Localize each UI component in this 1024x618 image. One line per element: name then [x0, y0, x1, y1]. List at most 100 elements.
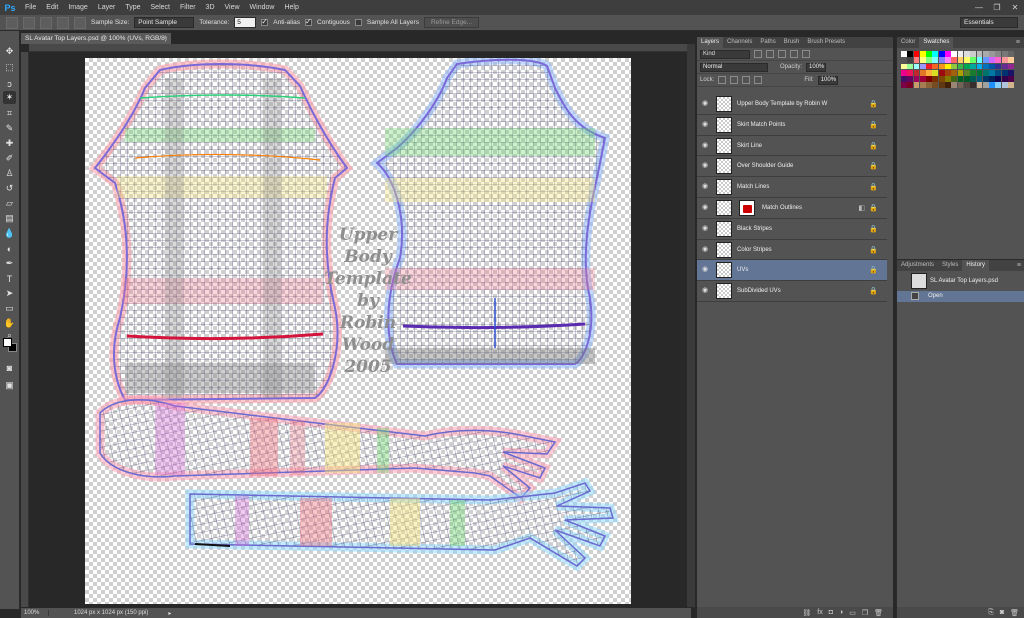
clone-stamp-tool-icon[interactable]: ♙: [3, 167, 16, 180]
color-swatch[interactable]: [976, 76, 983, 82]
color-swatch[interactable]: [1008, 69, 1014, 76]
color-swatch[interactable]: [963, 76, 970, 82]
color-swatch[interactable]: [926, 63, 932, 70]
color-swatch[interactable]: [995, 69, 1002, 76]
layer-row[interactable]: ◉ SubDivided UVs 🔒: [697, 281, 887, 302]
color-swatch[interactable]: [989, 51, 995, 57]
delete-state-icon[interactable]: 🗑: [1010, 609, 1019, 617]
layer-row[interactable]: ◉ Skirt Line 🔒: [697, 135, 887, 157]
color-swatch[interactable]: [919, 51, 926, 57]
color-swatch[interactable]: [932, 57, 939, 64]
visibility-eye-icon[interactable]: ◉: [702, 162, 710, 170]
menu-3d[interactable]: 3D: [201, 0, 220, 15]
color-swatch[interactable]: [957, 82, 964, 89]
color-swatch[interactable]: [907, 57, 914, 64]
panel-menu-icon[interactable]: ≡: [1017, 260, 1021, 271]
color-swatch[interactable]: [1008, 51, 1014, 57]
color-swatch[interactable]: [945, 76, 951, 82]
filter-type-icon[interactable]: [778, 50, 786, 58]
tolerance-input[interactable]: 5: [234, 17, 257, 28]
new-selection-icon[interactable]: [23, 16, 35, 29]
color-swatch[interactable]: [938, 63, 945, 70]
color-swatch[interactable]: [919, 63, 926, 70]
crop-tool-icon[interactable]: ⌗: [3, 107, 16, 120]
menu-select[interactable]: Select: [146, 0, 175, 15]
zoom-level[interactable]: 100%: [21, 610, 49, 616]
quick-mask-icon[interactable]: ◙: [3, 361, 16, 374]
color-swatch[interactable]: [926, 76, 932, 82]
tab-brush-presets[interactable]: Brush Presets: [803, 37, 849, 48]
color-swatch[interactable]: [963, 51, 970, 57]
color-swatch[interactable]: [913, 63, 920, 70]
history-snapshot[interactable]: SL Avatar Top Layers.psd: [897, 271, 1024, 291]
color-swatch[interactable]: [982, 51, 989, 57]
tab-swatches[interactable]: Swatches: [919, 37, 954, 48]
foreground-color-swatch[interactable]: [3, 338, 12, 347]
new-group-icon[interactable]: ▭: [849, 609, 856, 617]
color-swatch[interactable]: [982, 76, 989, 82]
visibility-eye-icon[interactable]: ◉: [702, 142, 710, 150]
magic-wand-tool-icon[interactable]: ✶: [3, 91, 16, 104]
color-swatch[interactable]: [938, 51, 945, 57]
color-swatch[interactable]: [913, 51, 920, 57]
status-menu-arrow[interactable]: ▸: [148, 610, 171, 617]
visibility-eye-icon[interactable]: ◉: [702, 100, 710, 108]
color-swatch[interactable]: [970, 82, 977, 89]
color-swatch[interactable]: [989, 63, 995, 70]
color-swatch[interactable]: [919, 57, 926, 64]
color-swatch[interactable]: [913, 76, 920, 82]
color-swatch[interactable]: [963, 57, 970, 64]
color-swatch[interactable]: [976, 69, 983, 76]
color-swatch[interactable]: [1008, 76, 1014, 82]
color-swatch[interactable]: [901, 51, 907, 57]
color-swatch[interactable]: [907, 69, 914, 76]
tab-brush[interactable]: Brush: [780, 37, 804, 48]
color-swatch[interactable]: [989, 57, 995, 64]
color-swatch[interactable]: [938, 76, 945, 82]
opacity-input[interactable]: 100%: [806, 62, 827, 72]
color-swatch[interactable]: [963, 69, 970, 76]
color-swatch[interactable]: [951, 51, 958, 57]
restore-button[interactable]: ❐: [988, 0, 1006, 15]
new-document-from-state-icon[interactable]: ⎘: [988, 609, 994, 617]
filter-smart-object-icon[interactable]: [802, 50, 810, 58]
tab-channels[interactable]: Channels: [723, 37, 756, 48]
color-swatch[interactable]: [926, 51, 932, 57]
minimize-button[interactable]: —: [970, 0, 988, 15]
visibility-eye-icon[interactable]: ◉: [702, 121, 710, 129]
tab-layers[interactable]: Layers: [697, 37, 724, 48]
layer-row[interactable]: ◉ Color Stripes 🔒: [697, 239, 887, 261]
brush-tool-icon[interactable]: ✐: [3, 152, 16, 165]
color-swatch[interactable]: [970, 63, 977, 70]
refine-edge-button[interactable]: Refine Edge...: [423, 17, 480, 28]
contiguous-checkbox[interactable]: [305, 17, 313, 26]
color-swatch[interactable]: [951, 63, 958, 70]
color-swatch[interactable]: [938, 57, 945, 64]
layer-row[interactable]: ◉ Skirt Match Points 🔒: [697, 114, 887, 136]
tab-color[interactable]: Color: [897, 37, 919, 48]
tab-history[interactable]: History: [962, 260, 990, 271]
color-swatch[interactable]: [919, 76, 926, 82]
layer-kind-filter[interactable]: Kind: [700, 49, 750, 59]
color-swatch[interactable]: [913, 57, 920, 64]
color-swatch[interactable]: [945, 63, 951, 70]
menu-file[interactable]: File: [20, 0, 41, 15]
color-swatch[interactable]: [907, 63, 914, 70]
color-swatch[interactable]: [951, 76, 958, 82]
lock-all-icon[interactable]: [754, 76, 763, 84]
color-swatch[interactable]: [901, 63, 907, 70]
sample-size-select[interactable]: Point Sample: [134, 17, 195, 28]
color-swatch[interactable]: [989, 76, 995, 82]
visibility-eye-icon[interactable]: ◉: [702, 225, 710, 233]
intersect-selection-icon[interactable]: [74, 16, 86, 29]
color-swatch[interactable]: [1001, 63, 1008, 70]
fill-input[interactable]: 100%: [817, 75, 838, 85]
close-button[interactable]: ✕: [1006, 0, 1024, 15]
visibility-eye-icon[interactable]: ◉: [702, 266, 710, 274]
color-swatch[interactable]: [976, 57, 983, 64]
menu-type[interactable]: Type: [120, 0, 145, 15]
color-swatch[interactable]: [951, 57, 958, 64]
layer-row[interactable]: ◉ Upper Body Template by Robin W 🔒: [697, 94, 887, 115]
color-swatch[interactable]: [982, 57, 989, 64]
link-layers-icon[interactable]: ⛓: [802, 609, 811, 617]
